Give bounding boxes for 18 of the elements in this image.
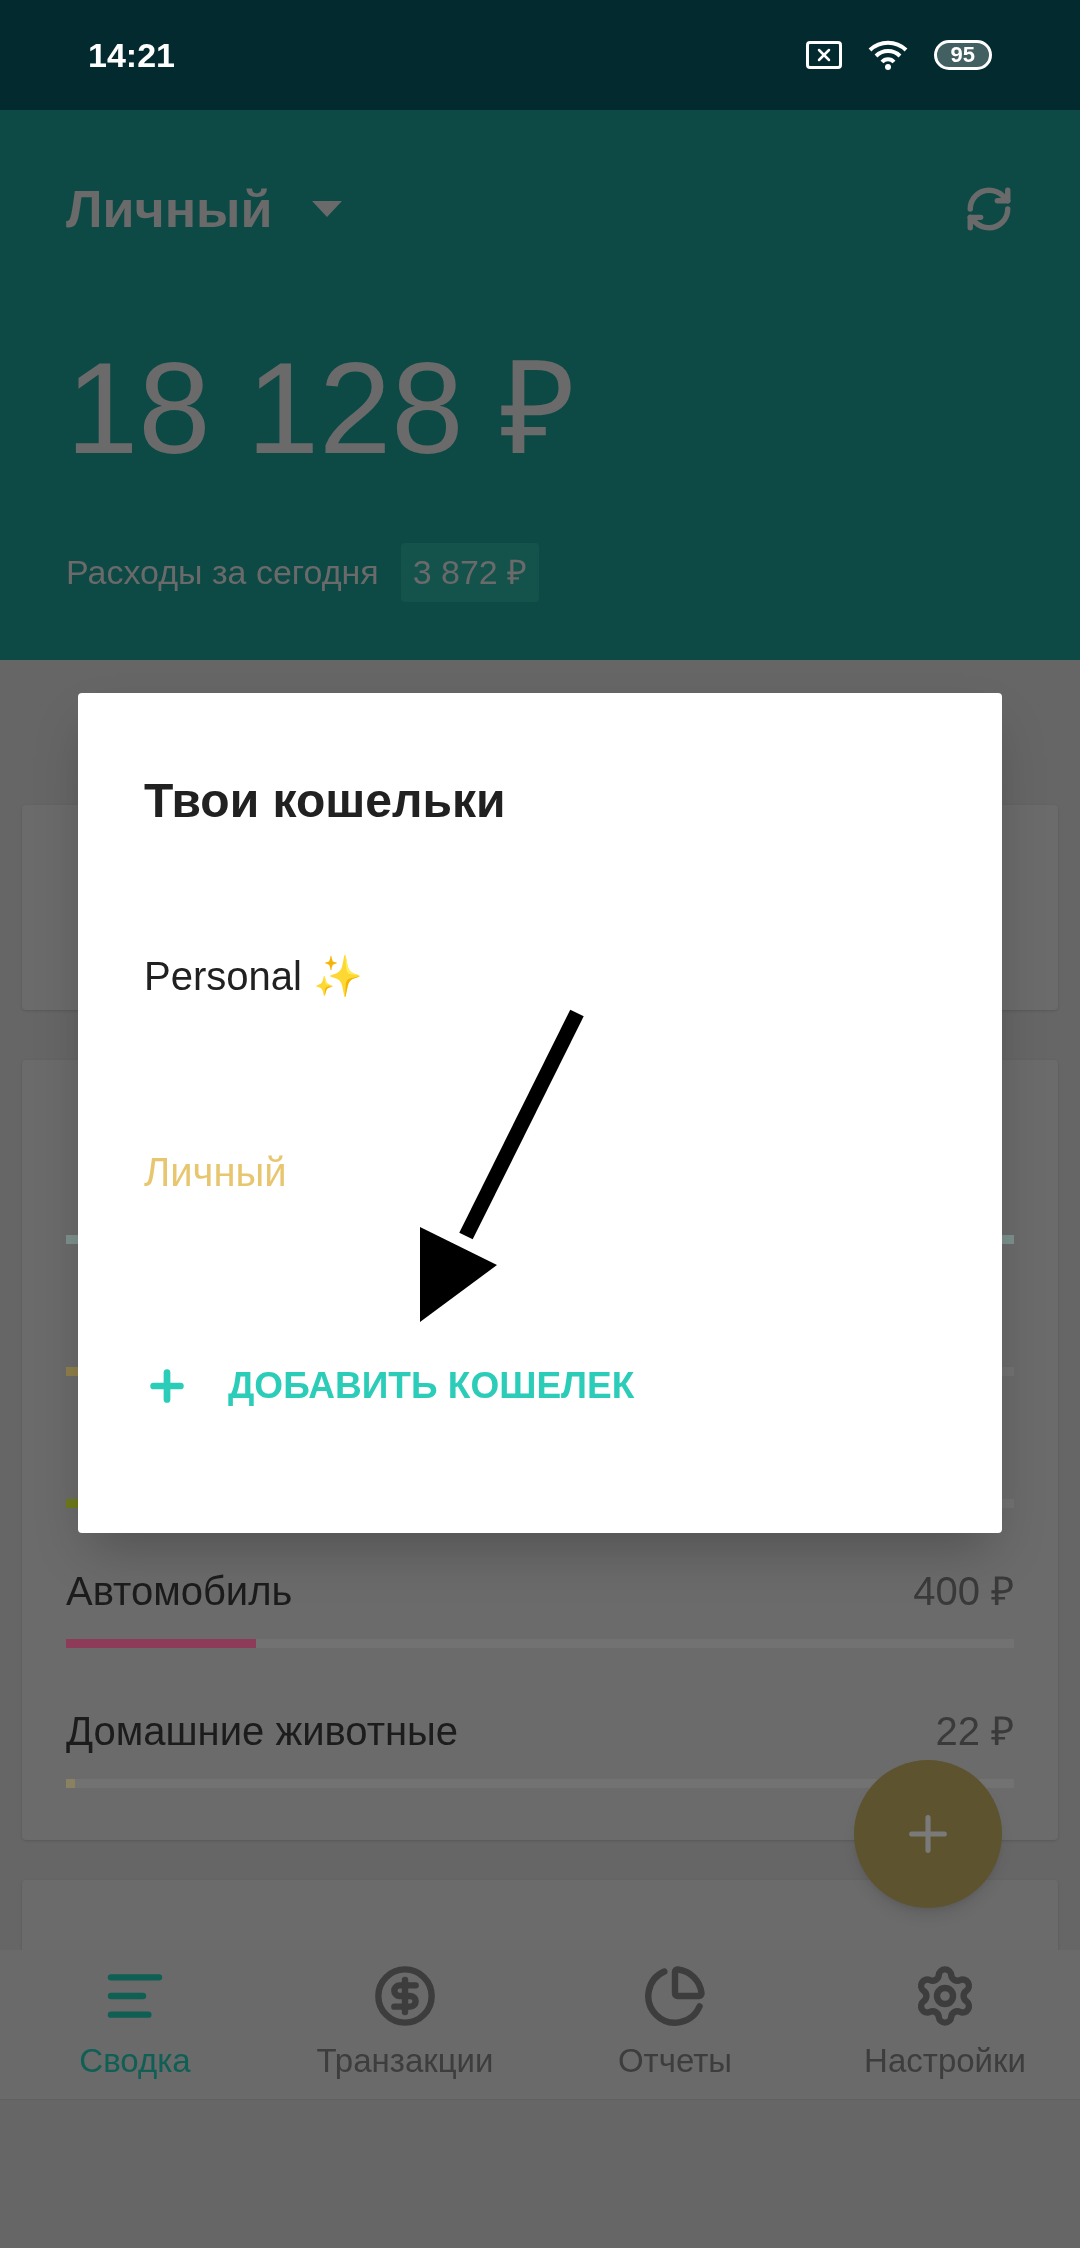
wifi-icon bbox=[867, 40, 908, 70]
sim-icon bbox=[805, 41, 842, 69]
nav-tab[interactable]: Сводка bbox=[0, 1950, 270, 2099]
dollar-icon bbox=[373, 1963, 437, 2028]
dialog-title: Твои кошельки bbox=[144, 773, 507, 829]
expenses-amount: 3 872 ₽ bbox=[400, 543, 540, 602]
wallet-name[interactable]: Личный bbox=[66, 170, 273, 248]
add-wallet-button[interactable]: ДОБАВИТЬ КОШЕЛЕК bbox=[144, 1358, 635, 1414]
status-time: 14:21 bbox=[88, 34, 175, 76]
wallet-option[interactable]: Personal ✨ bbox=[144, 878, 936, 1074]
battery-level: 95 bbox=[933, 40, 992, 70]
category-name: Домашние животные bbox=[66, 1708, 459, 1755]
wallet-option[interactable]: Личный bbox=[144, 1074, 936, 1270]
balance-amount: 18 128 ₽ bbox=[66, 343, 577, 473]
expenses-label: Расходы за сегодня bbox=[66, 552, 379, 593]
category-name: Автомобиль bbox=[66, 1568, 293, 1615]
pie-chart-icon bbox=[643, 1963, 707, 2028]
dropdown-caret-icon[interactable] bbox=[312, 201, 343, 217]
